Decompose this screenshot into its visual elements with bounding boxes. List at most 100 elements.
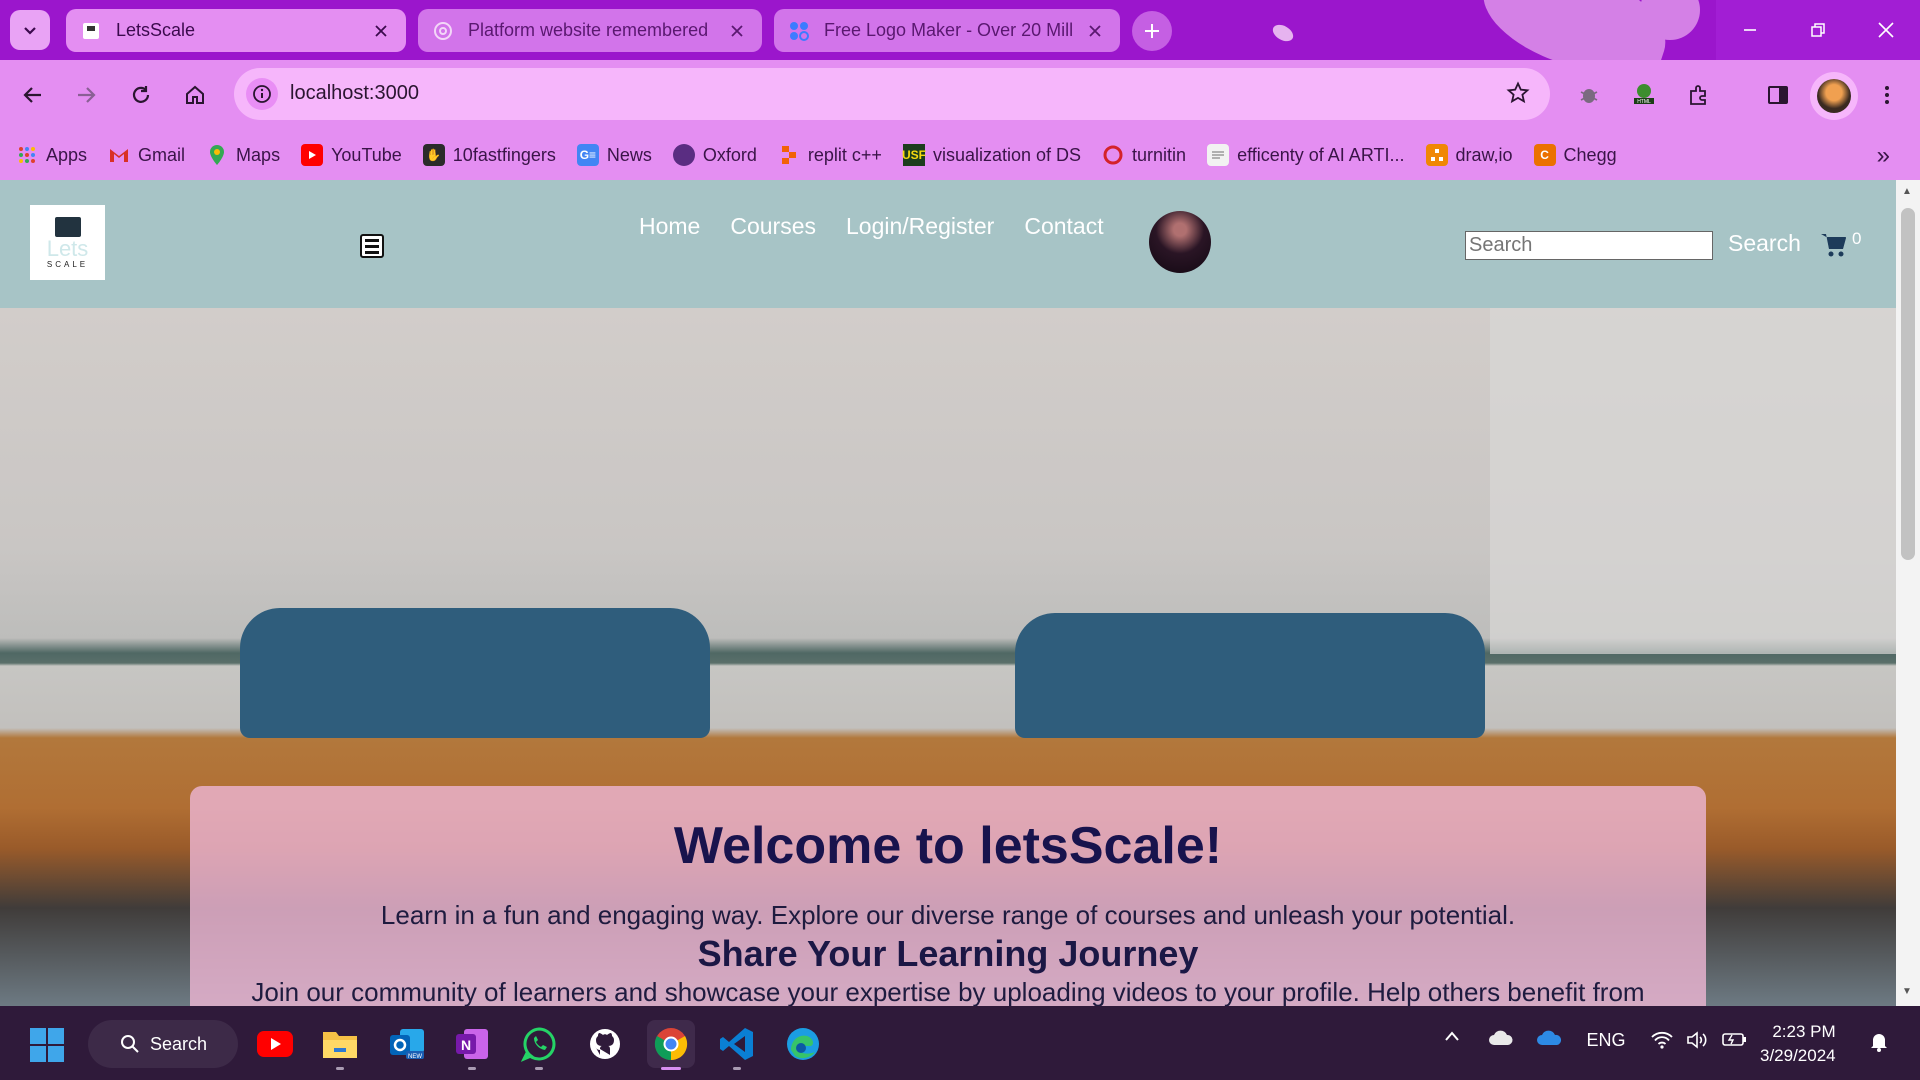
volume-icon[interactable]	[1684, 1030, 1712, 1050]
chatgpt-icon	[432, 20, 454, 42]
hero-title: Welcome to letsScale!	[673, 817, 1223, 875]
bookmark-star-icon[interactable]	[1506, 81, 1530, 110]
site-header: Lets SCALE Home Courses Login/Register C…	[0, 180, 1896, 308]
home-button[interactable]	[176, 76, 214, 114]
taskbar-search-button[interactable]: Search	[88, 1020, 238, 1068]
bookmark-10fastfingers[interactable]: ✋ 10fastfingers	[422, 144, 556, 166]
scrollbar-thumb[interactable]	[1901, 208, 1915, 560]
restore-button[interactable]	[1784, 0, 1852, 60]
site-search-button[interactable]: Search	[1728, 230, 1801, 257]
bookmark-maps[interactable]: Maps	[206, 144, 280, 166]
reload-button[interactable]	[122, 76, 160, 114]
site-info-button[interactable]	[246, 78, 278, 110]
book-icon	[54, 216, 81, 237]
web-page: Lets SCALE Home Courses Login/Register C…	[0, 180, 1896, 1006]
bookmark-apps[interactable]: Apps	[16, 144, 87, 166]
browser-tab-platform[interactable]: Platform website remembered	[418, 9, 762, 52]
bookmark-chegg[interactable]: C Chegg	[1533, 144, 1617, 166]
taskbar-onenote[interactable]: N	[448, 1020, 496, 1070]
onenote-icon: N	[456, 1029, 488, 1059]
browser-tab-logo-maker[interactable]: Free Logo Maker - Over 20 Mill	[774, 9, 1120, 52]
bookmark-label: Oxford	[702, 144, 757, 165]
nav-contact-link[interactable]: Contact	[1024, 213, 1103, 240]
hero-card: Welcome to letsScale! Learn in a fun and…	[190, 786, 1706, 1006]
tab-search-button[interactable]	[10, 10, 50, 50]
hero-body-text: Join our community of learners and showc…	[251, 977, 1645, 1006]
hamburger-menu-icon[interactable]	[360, 234, 384, 258]
chegg-icon: C	[1533, 144, 1556, 166]
taskbar-youtube[interactable]	[251, 1020, 299, 1068]
replit-icon	[778, 144, 800, 166]
outlook-icon: NEW	[390, 1029, 424, 1060]
background-chair	[240, 608, 710, 738]
onedrive-icon[interactable]	[1535, 1030, 1565, 1046]
address-bar[interactable]: localhost:3000	[234, 68, 1550, 120]
minimize-button[interactable]	[1716, 0, 1784, 60]
taskbar-github[interactable]	[581, 1020, 629, 1068]
system-clock[interactable]: 2:23 PM 3/29/2024	[1760, 1020, 1836, 1068]
bookmark-replit[interactable]: replit c++	[778, 144, 882, 166]
site-logo[interactable]: Lets SCALE	[30, 205, 105, 280]
bookmark-label: 10fastfingers	[452, 144, 556, 165]
chevron-down-icon	[24, 27, 36, 35]
info-icon	[253, 85, 271, 103]
bookmark-news[interactable]: G≡ News	[576, 144, 652, 166]
back-button[interactable]	[14, 76, 52, 114]
user-avatar[interactable]	[1149, 211, 1211, 273]
notifications-bell-icon[interactable]	[1866, 1030, 1892, 1052]
arrow-right-icon	[78, 87, 96, 103]
oxford-icon	[672, 144, 695, 166]
bookmark-drawio[interactable]: draw,io	[1425, 144, 1513, 166]
bookmark-label: turnitin	[1132, 144, 1187, 165]
url-text[interactable]: localhost:3000	[290, 82, 419, 105]
drawio-icon	[1425, 144, 1448, 166]
taskbar-outlook[interactable]: NEW	[383, 1020, 431, 1068]
scroll-up-icon[interactable]: ▲	[1902, 186, 1912, 197]
browser-menu-button[interactable]	[1868, 76, 1906, 114]
html-extension-icon[interactable]: HTML	[1625, 76, 1663, 114]
scroll-down-icon[interactable]: ▼	[1902, 986, 1912, 997]
side-panel-icon[interactable]	[1759, 76, 1797, 114]
minimize-icon	[1744, 29, 1756, 31]
shopping-cart-icon[interactable]	[1820, 232, 1848, 263]
profile-avatar-button[interactable]	[1810, 72, 1858, 120]
bookmark-youtube[interactable]: YouTube	[301, 144, 402, 166]
browser-tab-letsscale[interactable]: LetsScale	[66, 9, 406, 52]
nav-home-link[interactable]: Home	[639, 213, 700, 240]
forward-button[interactable]	[67, 76, 105, 114]
cloud-icon[interactable]	[1486, 1030, 1516, 1046]
site-search-input[interactable]	[1465, 231, 1713, 260]
windows-start-icon[interactable]	[30, 1028, 64, 1062]
battery-icon[interactable]	[1720, 1030, 1750, 1048]
bookmark-gmail[interactable]: Gmail	[108, 144, 185, 166]
language-indicator[interactable]: ENG	[1584, 1030, 1628, 1051]
bookmark-visualization-ds[interactable]: USF visualization of DS	[902, 144, 1081, 166]
home-icon	[186, 85, 204, 104]
new-tab-button[interactable]	[1132, 11, 1172, 51]
bug-extension-icon[interactable]	[1570, 76, 1608, 114]
extensions-puzzle-icon[interactable]	[1680, 76, 1718, 114]
plus-icon	[1145, 24, 1159, 38]
close-icon[interactable]	[370, 20, 392, 42]
taskbar-whatsapp[interactable]	[515, 1020, 563, 1070]
bookmark-label: YouTube	[331, 144, 402, 165]
bookmark-label: Apps	[46, 144, 88, 165]
bookmark-oxford[interactable]: Oxford	[672, 144, 757, 166]
wifi-icon[interactable]	[1648, 1030, 1676, 1050]
taskbar-file-explorer[interactable]	[316, 1020, 364, 1070]
page-scrollbar[interactable]: ▲ ▼	[1896, 180, 1920, 1006]
close-window-button[interactable]	[1852, 0, 1920, 60]
nav-login-register-link[interactable]: Login/Register	[846, 213, 994, 240]
taskbar-edge[interactable]	[779, 1020, 827, 1068]
bookmark-efficiency-ai[interactable]: efficenty of AI ARTI...	[1207, 144, 1405, 166]
nav-courses-link[interactable]: Courses	[730, 213, 816, 240]
hero-lead-text: Learn in a fun and engaging way. Explore…	[380, 900, 1516, 930]
search-icon	[121, 1035, 139, 1053]
bookmark-turnitin[interactable]: turnitin	[1102, 144, 1186, 166]
show-hidden-icons-button[interactable]	[1440, 1030, 1464, 1042]
close-icon[interactable]	[1084, 20, 1106, 42]
taskbar-vscode[interactable]	[713, 1020, 761, 1070]
taskbar-chrome[interactable]	[647, 1020, 695, 1070]
bookmarks-overflow-icon[interactable]: »	[1877, 142, 1890, 170]
close-icon[interactable]	[726, 20, 748, 42]
